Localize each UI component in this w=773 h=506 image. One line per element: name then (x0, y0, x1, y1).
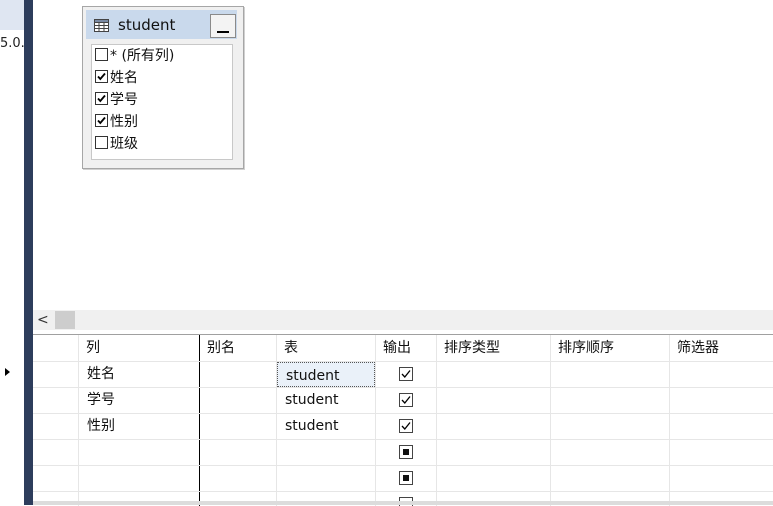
row1-output-checkbox[interactable] (399, 367, 413, 381)
header-output[interactable]: 输出 (376, 335, 436, 361)
row2-table[interactable]: student (277, 387, 375, 413)
column-item-name[interactable]: 姓名 (95, 68, 138, 88)
horizontal-scrollbar[interactable]: < (33, 310, 773, 330)
scroll-left-arrow-icon[interactable]: < (37, 312, 51, 328)
current-row-indicator-icon (5, 368, 10, 376)
column-item-all[interactable]: * (所有列) (95, 46, 174, 66)
row3-table[interactable]: student (277, 413, 375, 439)
minimize-icon (217, 31, 229, 33)
row1-column[interactable]: 姓名 (79, 361, 199, 387)
scrollbar-thumb[interactable] (55, 311, 75, 329)
object-explorer-strip: 5.0.. (0, 0, 29, 505)
row5-output-checkbox[interactable] (399, 471, 413, 485)
minimize-button[interactable] (210, 14, 236, 38)
criteria-grid[interactable]: 列 别名 表 输出 排序类型 排序顺序 筛选器 姓名 student 学号 st… (33, 334, 773, 506)
column-item-student-id[interactable]: 学号 (95, 90, 138, 110)
table-widget-header[interactable]: student (86, 10, 237, 39)
checkbox-all-columns[interactable] (95, 48, 108, 61)
checkmark-icon (97, 116, 106, 125)
column-item-gender[interactable]: 性别 (95, 112, 138, 132)
table-widget-title: student (118, 16, 176, 34)
table-widget-student[interactable]: student * (所有列) 姓名 学号 性别 班级 (82, 6, 244, 169)
column-item-class[interactable]: 班级 (95, 134, 138, 154)
header-table[interactable]: 表 (277, 335, 375, 361)
checkmark-icon (401, 370, 411, 378)
header-alias[interactable]: 别名 (200, 335, 276, 361)
table-icon (94, 19, 109, 32)
header-sort-order[interactable]: 排序顺序 (551, 335, 669, 361)
row3-output-checkbox[interactable] (399, 419, 413, 433)
checkmark-icon (401, 396, 411, 404)
checkmark-icon (97, 94, 106, 103)
checkbox-name[interactable] (95, 70, 108, 83)
row3-column[interactable]: 性别 (79, 413, 199, 439)
indeterminate-icon (403, 475, 409, 481)
checkbox-gender[interactable] (95, 114, 108, 127)
checkbox-student-id[interactable] (95, 92, 108, 105)
checkmark-icon (97, 72, 106, 81)
header-filter[interactable]: 筛选器 (670, 335, 773, 361)
indeterminate-icon (403, 449, 409, 455)
header-sort-type[interactable]: 排序类型 (437, 335, 550, 361)
checkbox-class[interactable] (95, 136, 108, 149)
pane-splitter[interactable] (24, 0, 33, 505)
header-column[interactable]: 列 (79, 335, 199, 361)
column-list[interactable]: * (所有列) 姓名 学号 性别 班级 (91, 44, 233, 160)
row4-output-checkbox[interactable] (399, 445, 413, 459)
row2-output-checkbox[interactable] (399, 393, 413, 407)
row2-column[interactable]: 学号 (79, 387, 199, 413)
bottom-edge (33, 501, 773, 505)
row1-table[interactable]: student (277, 362, 375, 387)
selected-tree-node[interactable] (0, 0, 24, 30)
checkmark-icon (401, 422, 411, 430)
